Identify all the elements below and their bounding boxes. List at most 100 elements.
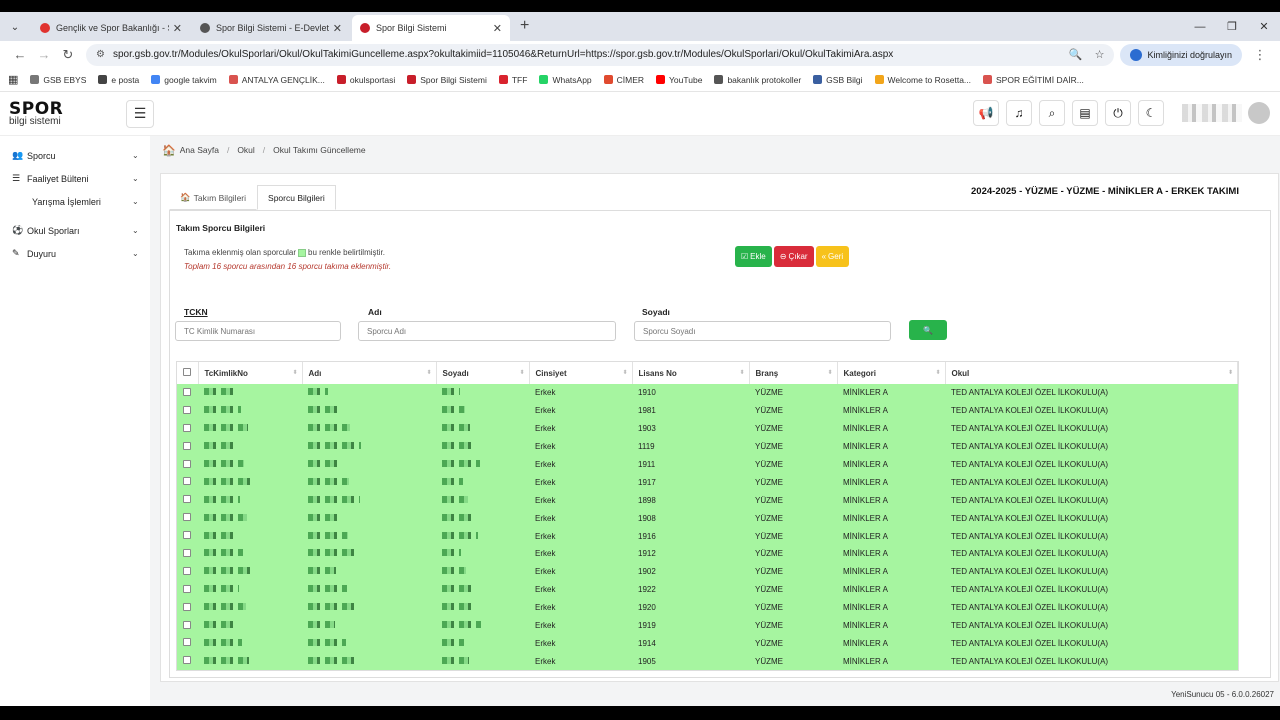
- bookmark-item[interactable]: GSB EBYS: [30, 75, 86, 85]
- back-button[interactable]: «Geri: [815, 246, 850, 267]
- table-row[interactable]: Erkek 1917 YÜZME MİNİKLER A TED ANTALYA KOLE…: [177, 473, 1238, 492]
- row-checkbox-cell[interactable]: [177, 652, 198, 671]
- checkbox[interactable]: [183, 441, 191, 450]
- table-row[interactable]: Erkek 1910 YÜZME MİNİKLER A TED ANTALYA KOLE…: [177, 384, 1238, 402]
- search-button[interactable]: 🔍: [909, 320, 947, 340]
- bookmark-item[interactable]: CİMER: [603, 75, 644, 85]
- bookmark-item[interactable]: ANTALYA GENÇLİK...: [228, 75, 325, 85]
- add-button[interactable]: ☑ Ekle: [735, 246, 772, 267]
- bookmark-item[interactable]: YouTube: [656, 75, 702, 85]
- tab-search-icon[interactable]: ⌄: [4, 16, 26, 38]
- row-checkbox-cell[interactable]: [177, 473, 198, 492]
- column-header[interactable]: Adı ⬍: [302, 362, 437, 384]
- table-row[interactable]: Erkek 1908 YÜZME MİNİKLER A TED ANTALYA KOLE…: [177, 509, 1238, 528]
- bookmark-item[interactable]: Spor Bilgi Sistemi: [407, 75, 487, 85]
- power-icon[interactable]: ⏻: [1105, 100, 1131, 126]
- hamburger-menu-button[interactable]: ☰: [126, 99, 154, 128]
- column-header[interactable]: TcKimlikNo ⬍: [198, 362, 303, 384]
- column-header[interactable]: Soyadı ⬍: [436, 362, 530, 384]
- row-checkbox-cell[interactable]: [177, 598, 198, 617]
- row-checkbox-cell[interactable]: [177, 634, 198, 653]
- checkbox[interactable]: [183, 602, 191, 611]
- select-all-checkbox[interactable]: [177, 362, 199, 384]
- megaphone-icon[interactable]: 📢: [973, 100, 999, 126]
- minimize-icon[interactable]: —: [1184, 21, 1216, 33]
- surname-input[interactable]: [634, 321, 891, 341]
- table-row[interactable]: Erkek 1981 YÜZME MİNİKLER A TED ANTALYA KOLE…: [177, 401, 1238, 420]
- bookmark-item[interactable]: GSB Bilgi: [813, 75, 863, 85]
- maximize-icon[interactable]: ❐: [1216, 20, 1248, 33]
- checkbox[interactable]: [183, 423, 191, 432]
- sidebar-item-yarisma-islemleri[interactable]: Yarışma İşlemleri ⌄: [0, 190, 150, 213]
- apps-grid-icon[interactable]: ▦: [8, 73, 18, 86]
- bookmark-item[interactable]: WhatsApp: [539, 75, 592, 85]
- close-tab-icon[interactable]: ✕: [333, 22, 342, 35]
- checkbox[interactable]: [183, 620, 191, 629]
- moon-icon[interactable]: ☾: [1138, 100, 1164, 126]
- close-window-icon[interactable]: ✕: [1248, 20, 1280, 33]
- checkbox[interactable]: [183, 656, 191, 665]
- sidebar-item-faaliyet-bulteni[interactable]: ☰ Faaliyet Bülteni ⌄: [0, 167, 150, 190]
- zoom-icon[interactable]: 🔍: [1069, 48, 1083, 61]
- column-header[interactable]: Kategori ⬍: [837, 362, 946, 384]
- bookmark-item[interactable]: bakanlık protokoller: [714, 75, 801, 85]
- table-row[interactable]: Erkek 1919 YÜZME MİNİKLER A TED ANTALYA KOLE…: [177, 616, 1238, 635]
- table-row[interactable]: Erkek 1922 YÜZME MİNİKLER A TED ANTALYA KOLE…: [177, 580, 1238, 599]
- column-header[interactable]: Okul ⬍: [945, 362, 1238, 384]
- music-icon[interactable]: ♫: [1006, 100, 1032, 126]
- bookmark-item[interactable]: google takvim: [151, 75, 217, 85]
- column-header[interactable]: Cinsiyet ⬍: [529, 362, 633, 384]
- row-checkbox-cell[interactable]: [177, 580, 198, 599]
- table-row[interactable]: Erkek 1911 YÜZME MİNİKLER A TED ANTALYA KOLE…: [177, 455, 1238, 474]
- row-checkbox-cell[interactable]: [177, 455, 198, 474]
- close-tab-icon[interactable]: ✕: [173, 22, 182, 35]
- table-row[interactable]: Erkek 1903 YÜZME MİNİKLER A TED ANTALYA KOLE…: [177, 419, 1238, 438]
- bookmark-item[interactable]: SPOR EĞİTİMİ DAİR...: [983, 75, 1084, 85]
- table-row[interactable]: Erkek 1912 YÜZME MİNİKLER A TED ANTALYA KOLE…: [177, 545, 1238, 563]
- table-row[interactable]: Erkek 1898 YÜZME MİNİKLER A TED ANTALYA KOLE…: [177, 491, 1238, 510]
- tab-sporcu-bilgileri[interactable]: Sporcu Bilgileri: [257, 185, 336, 210]
- row-checkbox-cell[interactable]: [177, 437, 198, 456]
- breadcrumb-home[interactable]: Ana Sayfa: [180, 145, 219, 155]
- site-info-icon[interactable]: ⚙: [96, 49, 105, 60]
- browser-tab[interactable]: Spor Bilgi Sistemi ✕: [352, 15, 510, 41]
- reload-icon[interactable]: ↻: [56, 47, 80, 63]
- table-row[interactable]: Erkek 1916 YÜZME MİNİKLER A TED ANTALYA KOLE…: [177, 527, 1238, 546]
- checkbox[interactable]: [183, 548, 191, 557]
- checkbox[interactable]: [183, 513, 191, 522]
- checkbox[interactable]: [183, 405, 191, 414]
- checkbox[interactable]: [183, 387, 191, 396]
- checkbox[interactable]: [183, 495, 191, 504]
- row-checkbox-cell[interactable]: [177, 509, 198, 528]
- checkbox[interactable]: [183, 584, 191, 593]
- row-checkbox-cell[interactable]: [177, 419, 198, 438]
- user-avatar[interactable]: [1180, 101, 1270, 125]
- column-header[interactable]: Branş ⬍: [749, 362, 838, 384]
- tckn-input[interactable]: [175, 321, 341, 341]
- row-checkbox-cell[interactable]: [177, 491, 198, 510]
- bookmark-star-icon[interactable]: ☆: [1095, 48, 1105, 61]
- table-row[interactable]: Erkek 1905 YÜZME MİNİKLER A TED ANTALYA KOLE…: [177, 652, 1238, 671]
- sidebar-item-okul-sporlari[interactable]: ⚽ Okul Sporları ⌄: [0, 219, 150, 242]
- browser-tab[interactable]: Gençlik ve Spor Bakanlığı - Spor ✕: [32, 15, 190, 41]
- breadcrumb-okul[interactable]: Okul: [237, 145, 254, 155]
- search-icon[interactable]: ⌕: [1039, 100, 1065, 126]
- bookmark-item[interactable]: e posta: [98, 75, 139, 85]
- table-row[interactable]: Erkek 1914 YÜZME MİNİKLER A TED ANTALYA KOLE…: [177, 634, 1238, 653]
- verify-identity-button[interactable]: Kimliğinizi doğrulayın: [1120, 43, 1242, 66]
- table-row[interactable]: Erkek 1902 YÜZME MİNİKLER A TED ANTALYA KOLE…: [177, 562, 1238, 581]
- checkbox[interactable]: [183, 368, 191, 376]
- checkbox[interactable]: [183, 531, 191, 540]
- app-logo[interactable]: SPOR bilgi sistemi: [0, 100, 120, 127]
- checkbox[interactable]: [183, 477, 191, 486]
- sidebar-item-duyuru[interactable]: ✎ Duyuru ⌄: [0, 242, 150, 265]
- row-checkbox-cell[interactable]: [177, 401, 198, 420]
- address-bar[interactable]: ⚙ spor.gsb.gov.tr/Modules/OkulSporlari/O…: [86, 43, 1115, 66]
- browser-tab[interactable]: Spor Bilgi Sistemi - E-Devlet Po ✕: [192, 15, 350, 41]
- row-checkbox-cell[interactable]: [177, 545, 198, 563]
- close-tab-icon[interactable]: ✕: [493, 22, 502, 35]
- row-checkbox-cell[interactable]: [177, 384, 198, 402]
- checkbox[interactable]: [183, 459, 191, 468]
- remove-button[interactable]: ⊖ Çıkar: [773, 246, 814, 267]
- row-checkbox-cell[interactable]: [177, 616, 198, 635]
